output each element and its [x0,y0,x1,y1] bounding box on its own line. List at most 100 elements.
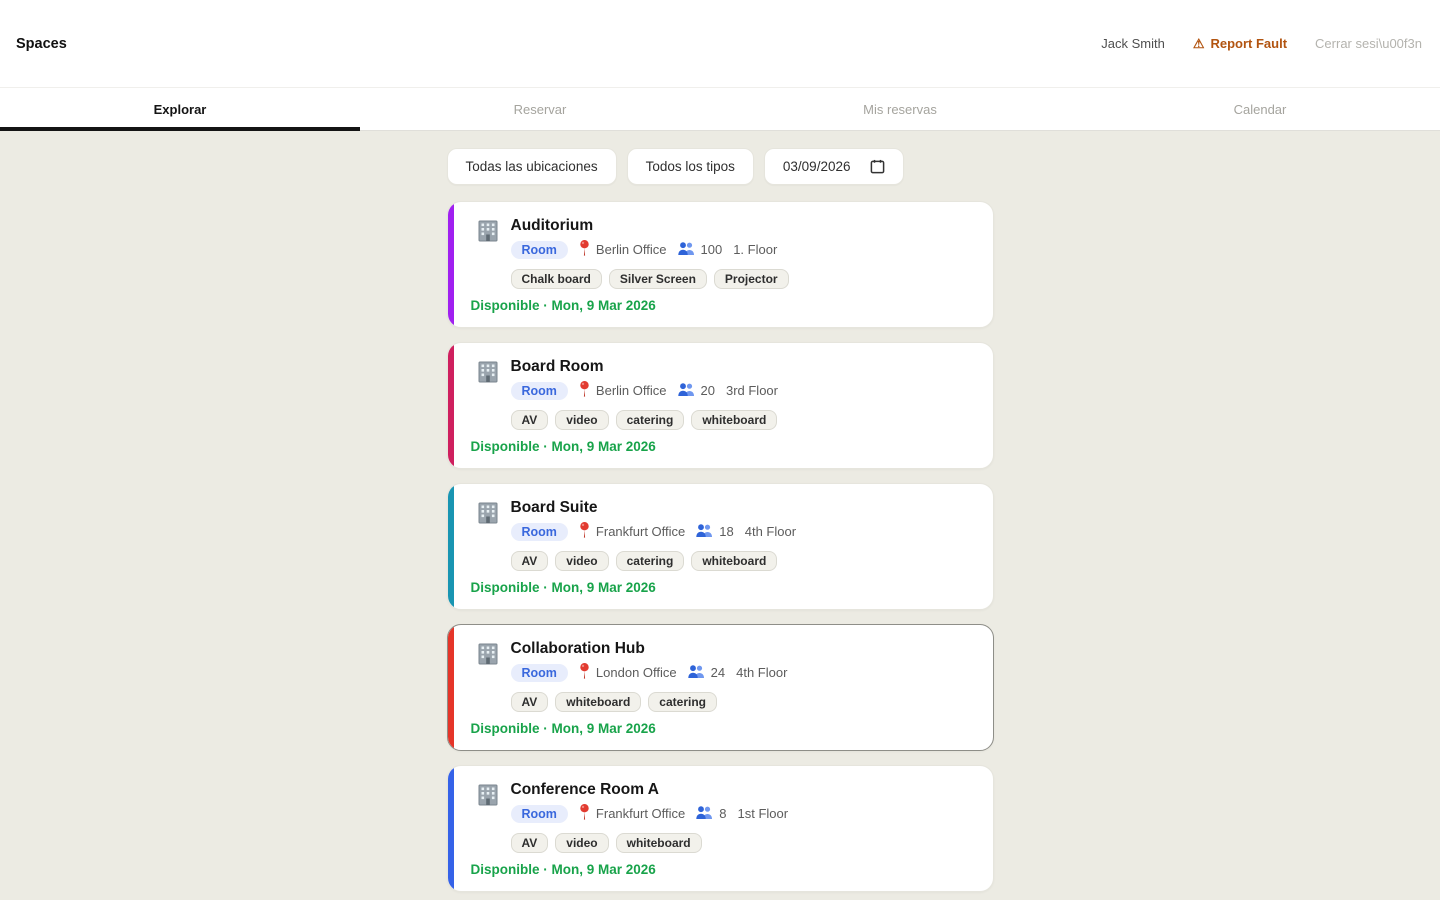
date-value: 03/09/2026 [783,159,851,174]
room-tag: catering [616,410,685,430]
room-capacity: 18 [719,524,733,539]
calendar-icon [870,159,885,174]
room-tag: AV [511,551,549,571]
building-icon [475,218,501,289]
room-tag: Projector [714,269,789,289]
room-tags: AVvideocateringwhiteboard [511,551,797,571]
tab-reservar[interactable]: Reservar [360,88,720,130]
room-capacity: 8 [719,806,726,821]
room-name: Collaboration Hub [511,640,788,658]
room-tags: AV video catering whiteboard [511,410,779,430]
building-icon [475,641,501,712]
people-icon [678,242,695,258]
report-fault-button[interactable]: ⚠ Report Fault [1193,36,1287,52]
room-floor: 4th Floor [745,524,796,539]
room-floor: 4th Floor [736,665,787,680]
building-icon [475,782,501,853]
map-pin-icon [579,240,590,259]
room-tag: whiteboard [616,833,702,853]
room-tag: whiteboard [691,410,777,430]
room-type-badge: Room [511,382,568,400]
main-tabbar: Explorar Reservar Mis reservas Calendar [0,88,1440,131]
date-input[interactable]: 03/09/2026 [764,148,905,185]
room-accent-bar [448,766,454,891]
room-accent-bar [448,202,454,327]
room-card[interactable]: Collaboration Hub Room London Office [447,624,994,751]
main-content: Todas las ubicaciones Todos los tipos 03… [0,131,1440,900]
room-meta-row: Room Berlin Office [511,381,779,400]
room-type-badge: Room [511,805,568,823]
app-title: Spaces [16,36,67,52]
room-location: Frankfurt Office [596,806,685,821]
room-meta-row: Room London Office [511,663,788,682]
type-filter-select[interactable]: Todos los tipos [627,148,754,185]
tab-calendar[interactable]: Calendar [1080,88,1440,130]
room-tag: video [555,551,608,571]
room-tag: whiteboard [555,692,641,712]
building-icon [475,500,501,571]
app-header: Spaces Jack Smith ⚠ Report Fault Cerrar … [0,0,1440,88]
map-pin-icon [579,522,590,541]
warning-triangle-icon: ⚠ [1193,36,1205,52]
room-card[interactable]: Board Suite Room Frankfurt Office [447,483,994,610]
room-name: Auditorium [511,217,789,235]
room-availability: Disponible · Mon, 9 Mar 2026 [448,289,993,327]
room-name: Board Suite [511,499,797,517]
room-type-badge: Room [511,241,568,259]
room-accent-bar [448,484,454,609]
room-location: Berlin Office [596,242,667,257]
room-tag: catering [616,551,685,571]
room-name: Board Room [511,358,779,376]
room-type-badge: Room [511,523,568,541]
room-meta-row: Room Berlin Office [511,240,789,259]
room-meta-row: Room Frankfurt Office [511,522,797,541]
room-tag: video [555,410,608,430]
room-tag: AV [511,833,549,853]
room-capacity: 20 [701,383,715,398]
room-tag: video [555,833,608,853]
room-floor: 3rd Floor [726,383,778,398]
room-tags: AV video whiteboard [511,833,789,853]
room-tag: Silver Screen [609,269,707,289]
people-icon [696,806,713,822]
room-availability: Disponible · Mon, 9 Mar 2026 [448,712,993,750]
people-icon [678,383,695,399]
room-list: Auditorium Room Berlin Office [447,201,994,900]
map-pin-icon [579,663,590,682]
room-tag: AV [511,410,549,430]
room-card[interactable]: Board Room Room Berlin Office [447,342,994,469]
user-name: Jack Smith [1101,36,1165,51]
tab-explorar[interactable]: Explorar [0,88,360,130]
report-fault-label: Report Fault [1210,36,1287,51]
room-availability: Disponible · Mon, 9 Mar 2026 [448,853,993,891]
room-tag: Chalk board [511,269,602,289]
room-card[interactable]: Auditorium Room Berlin Office [447,201,994,328]
header-actions: Jack Smith ⚠ Report Fault Cerrar sesi\u0… [1101,36,1422,52]
room-location: Frankfurt Office [596,524,685,539]
room-tag: AV [511,692,549,712]
room-accent-bar [448,625,454,750]
room-floor: 1. Floor [733,242,777,257]
logout-button[interactable]: Cerrar sesi\u00f3n [1315,36,1422,51]
people-icon [696,524,713,540]
people-icon [688,665,705,681]
room-meta-row: Room Frankfurt Office [511,804,789,823]
room-location: London Office [596,665,677,680]
room-accent-bar [448,343,454,468]
room-location: Berlin Office [596,383,667,398]
building-icon [475,359,501,430]
map-pin-icon [579,804,590,823]
room-tags: Chalk board Silver Screen Projector [511,269,789,289]
room-tags: AV whiteboard catering [511,692,788,712]
room-floor: 1st Floor [738,806,789,821]
room-availability: Disponible · Mon, 9 Mar 2026 [448,430,993,468]
room-capacity: 100 [701,242,723,257]
location-filter-select[interactable]: Todas las ubicaciones [447,148,617,185]
room-name: Conference Room A [511,781,789,799]
room-type-badge: Room [511,664,568,682]
map-pin-icon [579,381,590,400]
room-availability: Disponible · Mon, 9 Mar 2026 [448,571,993,609]
room-tag: catering [648,692,717,712]
room-card[interactable]: Conference Room A Room Frankfurt Office [447,765,994,892]
tab-mis-reservas[interactable]: Mis reservas [720,88,1080,130]
